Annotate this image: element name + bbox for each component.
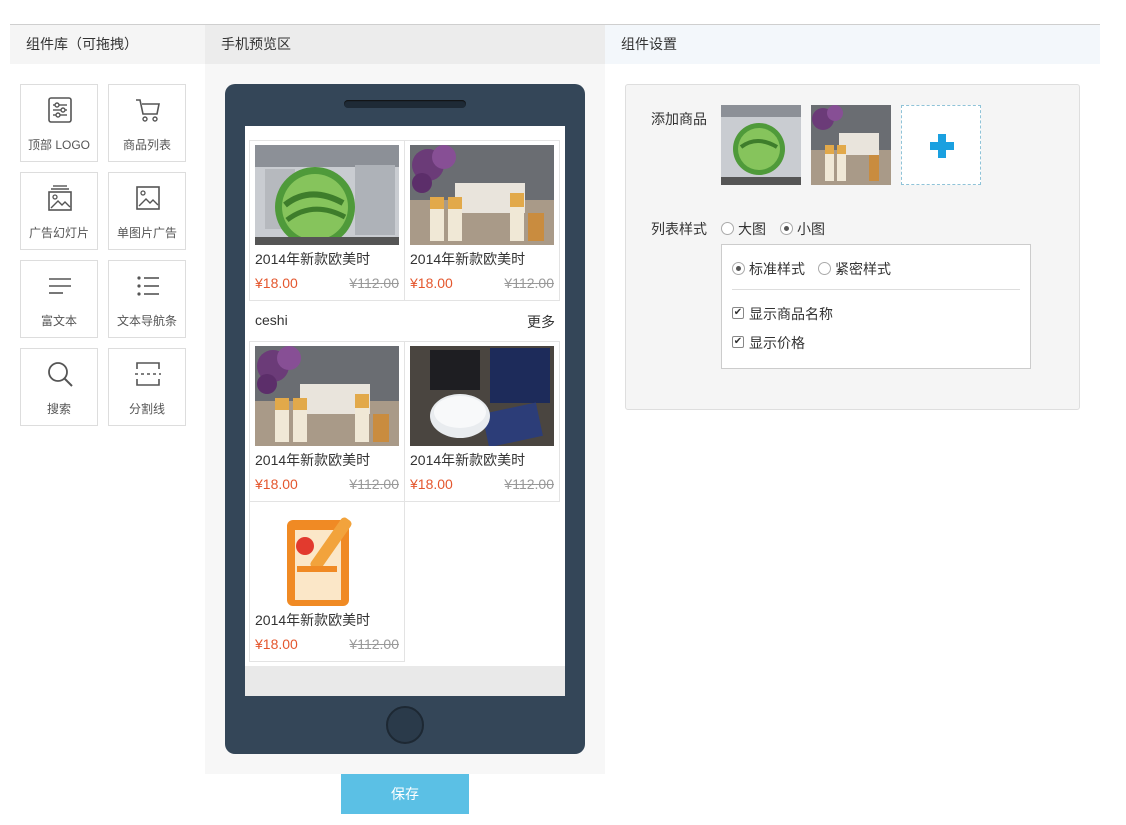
radio-compact-style-label: 紧密样式 [835, 261, 891, 277]
product-image-mask [255, 506, 399, 606]
component-single-image[interactable]: 单图片广告 [108, 172, 186, 250]
show-price-label: 显示价格 [749, 335, 805, 351]
product-original-price: ¥112.00 [349, 636, 399, 652]
radio-standard-style[interactable] [732, 262, 745, 275]
component-label: 广告幻灯片 [28, 226, 89, 240]
product-price: ¥18.00 [255, 275, 298, 291]
product-card[interactable]: 2014年新款欧美时 ¥18.00 ¥112.00 [249, 140, 405, 301]
search-icon [48, 362, 73, 387]
slideshow-icon [48, 185, 72, 211]
preview-header: 手机预览区 [205, 25, 605, 64]
group-more-link[interactable]: 更多 [527, 312, 555, 332]
product-original-price: ¥112.00 [349, 476, 399, 492]
component-rich-text[interactable]: 富文本 [20, 260, 98, 338]
product-image-cushion [410, 346, 554, 446]
product-name: 2014年新款欧美时 [410, 251, 526, 267]
phone-home-button [386, 706, 424, 744]
component-label: 富文本 [40, 314, 77, 328]
options-divider [732, 289, 1020, 290]
list-icon [137, 276, 159, 296]
radio-large-image-label: 大图 [738, 221, 766, 237]
product-price: ¥18.00 [410, 476, 453, 492]
radio-large-image[interactable] [721, 222, 734, 235]
product-name: 2014年新款欧美时 [410, 452, 526, 468]
screen-footer-bar [245, 666, 565, 696]
show-name-label: 显示商品名称 [749, 306, 833, 322]
cart-icon [136, 99, 160, 122]
component-label: 商品列表 [122, 138, 171, 152]
product-card[interactable]: 2014年新款欧美时 ¥18.00 ¥112.00 [249, 341, 405, 502]
product-name: 2014年新款欧美时 [255, 612, 371, 628]
radio-compact-style[interactable] [818, 262, 831, 275]
product-name: 2014年新款欧美时 [255, 251, 371, 267]
product-price: ¥18.00 [410, 275, 453, 291]
add-product-button[interactable] [901, 105, 981, 185]
product-card[interactable]: 2014年新款欧美时 ¥18.00 ¥112.00 [404, 140, 560, 301]
settings-header: 组件设置 [605, 25, 1100, 64]
component-label: 文本导航条 [116, 314, 177, 328]
product-price: ¥18.00 [255, 636, 298, 652]
group-title: ceshi [255, 312, 288, 328]
sliders-icon [48, 97, 72, 123]
product-image-aloe [255, 145, 399, 245]
radio-small-image[interactable] [780, 222, 793, 235]
product-original-price: ¥112.00 [504, 275, 554, 291]
style-options-box: 标准样式 紧密样式 ✔ 显示商品名称 ✔ 显示价格 [721, 244, 1031, 369]
add-product-label: 添加商品 [651, 111, 707, 127]
product-card[interactable]: 2014年新款欧美时 ¥18.00 ¥112.00 [404, 341, 560, 502]
radio-standard-style-label: 标准样式 [749, 261, 805, 277]
component-top-logo[interactable]: 顶部 LOGO [20, 84, 98, 162]
component-divider[interactable]: 分割线 [108, 348, 186, 426]
product-original-price: ¥112.00 [349, 275, 399, 291]
library-header: 组件库（可拖拽） [10, 25, 205, 64]
phone-frame: 2014年新款欧美时 ¥18.00 ¥112.00 2014年新款欧美时 ¥18… [225, 84, 585, 754]
radio-small-image-label: 小图 [797, 221, 825, 237]
component-slideshow[interactable]: 广告幻灯片 [20, 172, 98, 250]
component-text-nav[interactable]: 文本导航条 [108, 260, 186, 338]
save-button[interactable]: 保存 [341, 774, 469, 814]
component-label: 顶部 LOGO [27, 138, 90, 152]
show-name-checkbox[interactable]: ✔ [732, 307, 744, 319]
product-card[interactable]: 2014年新款欧美时 ¥18.00 ¥112.00 [249, 501, 405, 662]
richtext-icon [49, 278, 71, 294]
component-label: 单图片广告 [116, 226, 177, 240]
product-original-price: ¥112.00 [504, 476, 554, 492]
selected-product-thumb[interactable] [811, 105, 891, 185]
product-image-skincare [255, 346, 399, 446]
component-product-list[interactable]: 商品列表 [108, 84, 186, 162]
product-image-skincare [410, 145, 554, 245]
product-price: ¥18.00 [255, 476, 298, 492]
phone-screen[interactable]: 2014年新款欧美时 ¥18.00 ¥112.00 2014年新款欧美时 ¥18… [245, 126, 565, 696]
list-style-label: 列表样式 [651, 221, 707, 237]
settings-panel: 添加商品 列表样式 大图 小图 标准样式 紧密样式 ✔ 显示商品名称 ✔ 显示价… [625, 84, 1080, 410]
divider-icon [135, 362, 161, 386]
phone-speaker [344, 100, 466, 108]
component-label: 分割线 [128, 402, 165, 416]
product-name: 2014年新款欧美时 [255, 452, 371, 468]
show-price-checkbox[interactable]: ✔ [732, 336, 744, 348]
selected-product-thumb[interactable] [721, 105, 801, 185]
image-icon [136, 186, 160, 210]
component-search[interactable]: 搜索 [20, 348, 98, 426]
component-label: 搜索 [46, 402, 71, 416]
